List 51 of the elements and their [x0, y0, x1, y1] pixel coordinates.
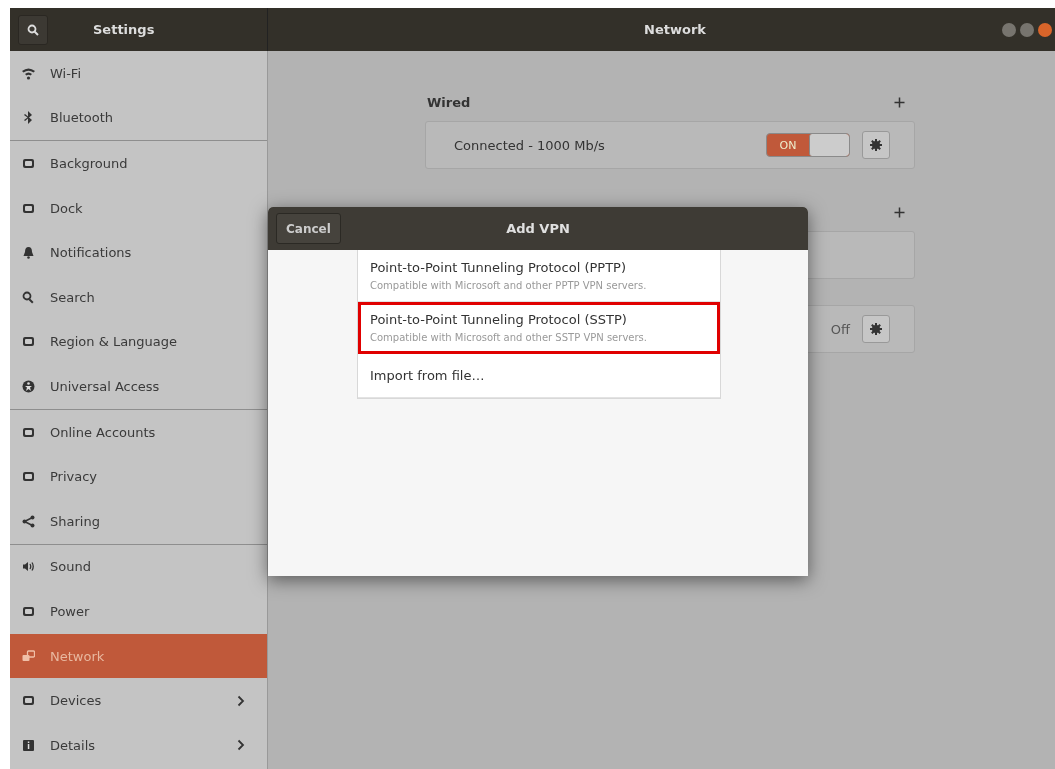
wifi-icon	[22, 66, 35, 80]
proxy-status: Off	[830, 321, 850, 337]
cancel-button[interactable]: Cancel	[276, 213, 341, 244]
sidebar-item[interactable]: Sound	[10, 544, 267, 590]
search-button[interactable]	[18, 14, 48, 45]
sidebar-item[interactable]: Wi-Fi	[10, 51, 267, 96]
settings-button[interactable]	[862, 315, 890, 343]
sidebar-item[interactable]: Universal Access	[10, 364, 267, 409]
sidebar-title: Settings	[93, 22, 155, 37]
add-icon[interactable]	[894, 206, 905, 218]
sidebar-item[interactable]: Online Accounts	[10, 409, 267, 455]
sidebar-item[interactable]: Power	[10, 589, 267, 634]
gear-icon	[870, 323, 882, 335]
window-title: Network	[643, 22, 707, 37]
network-icon	[22, 649, 35, 663]
sidebar-item[interactable]: Region & Language	[10, 319, 267, 365]
sidebar-item[interactable]: Sharing	[10, 498, 267, 544]
bluetooth-icon	[22, 111, 35, 125]
sidebar-item[interactable]: Dock	[10, 185, 267, 231]
section-heading: Wired	[427, 94, 471, 110]
option-title: Import from file…	[370, 368, 486, 383]
connection-status: Connected - 1000 Mb/s	[454, 137, 606, 153]
option-title: Point-to-Point Tunneling Protocol (PPTP)	[370, 260, 627, 275]
add-icon[interactable]	[894, 96, 905, 108]
option-title: Point-to-Point Tunneling Protocol (SSTP)	[370, 312, 628, 327]
dialog-title: Add VPN	[505, 221, 571, 236]
share-icon	[22, 514, 35, 528]
sidebar-item[interactable]: Devices	[10, 678, 267, 723]
maximize-button[interactable]	[1020, 22, 1034, 37]
bell-icon	[22, 246, 35, 260]
minimize-button[interactable]	[1002, 22, 1016, 37]
search-icon	[22, 290, 35, 304]
vpn-option[interactable]: Point-to-Point Tunneling Protocol (PPTP) Compatible with Microsoft and other PPTP VPN servers.	[358, 250, 720, 302]
toggle-switch[interactable]: ON	[766, 133, 850, 157]
sidebar-item[interactable]: Notifications	[10, 230, 267, 275]
sidebar-item[interactable]: Privacy	[10, 454, 267, 499]
vpn-option[interactable]: Import from file…	[358, 354, 720, 398]
speaker-icon	[22, 560, 35, 574]
gear-icon	[870, 139, 882, 151]
sidebar-item[interactable]: Search	[10, 274, 267, 320]
close-button[interactable]	[1038, 22, 1052, 37]
sidebar-item[interactable]: Details	[10, 722, 267, 768]
search-icon	[27, 23, 39, 36]
info-icon	[22, 738, 35, 752]
option-description: Compatible with Microsoft and other SSTP VPN servers.	[370, 332, 648, 343]
person-circle-icon	[22, 379, 35, 393]
vpn-option[interactable]: Point-to-Point Tunneling Protocol (SSTP) Compatible with Microsoft and other SSTP VPN servers.	[358, 302, 720, 354]
option-description: Compatible with Microsoft and other PPTP VPN servers.	[370, 280, 648, 291]
sidebar-item[interactable]: Background	[10, 141, 267, 186]
settings-button[interactable]	[862, 131, 890, 159]
sidebar-item[interactable]: Bluetooth	[10, 95, 267, 141]
